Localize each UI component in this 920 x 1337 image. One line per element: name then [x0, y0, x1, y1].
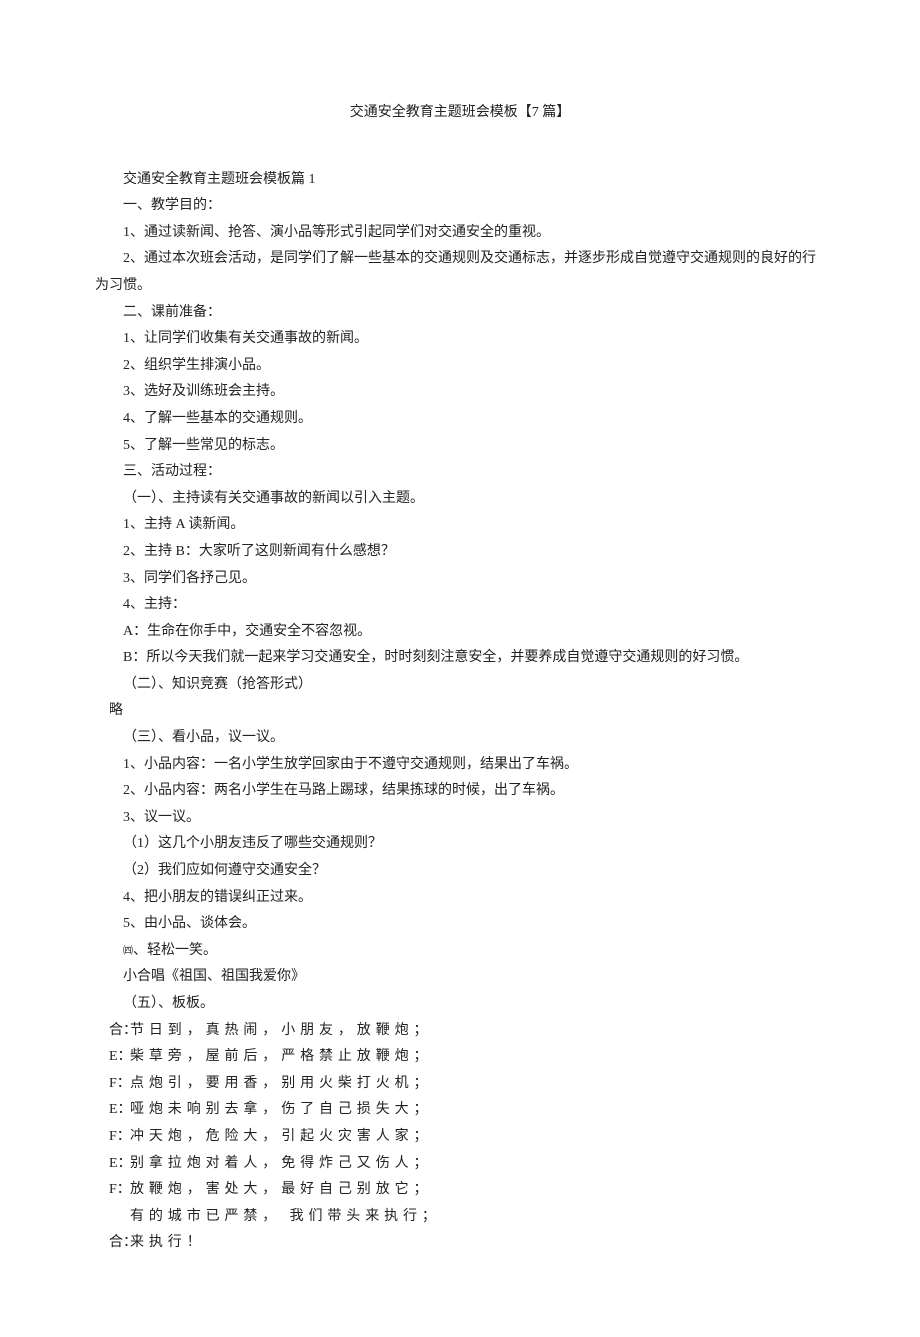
body-line: （一）、主持读有关交通事故的新闻以引入主题。	[95, 486, 825, 513]
document-title: 交通安全教育主题班会模板【7 篇】	[95, 100, 825, 127]
body-line: （三）、看小品，议一议。	[95, 725, 825, 752]
body-line: 3、议一议。	[95, 805, 825, 832]
kuaiban-text: 节日到，真热闹，小朋友，放鞭炮；	[130, 1018, 825, 1045]
body-span: 、轻松一笑。	[133, 943, 217, 958]
body-line: 2、主持 B：大家听了这则新闻有什么感想？	[95, 539, 825, 566]
kuaiban-role: F：	[95, 1071, 130, 1098]
kuaiban-role: 合：	[95, 1018, 130, 1045]
kuaiban-role: F：	[95, 1124, 130, 1151]
kuaiban-row: F： 点炮引，要用香，别用火柴打火机；	[95, 1071, 825, 1098]
body-line: （五）、板板。	[95, 991, 825, 1018]
section-heading: 三、活动过程：	[95, 459, 825, 486]
kuaiban-row: E： 柴草旁，屋前后，严格禁止放鞭炮；	[95, 1044, 825, 1071]
kuaiban-text: 哑炮未响别去拿，伤了自己损失大；	[130, 1097, 825, 1124]
body-line: 1、小品内容：一名小学生放学回家由于不遵守交通规则，结果出了车祸。	[95, 752, 825, 779]
kuaiban-row: 有的城市已严禁， 我们带头来执行；	[95, 1204, 825, 1231]
body-line: 4、了解一些基本的交通规则。	[95, 406, 825, 433]
section-heading: 一、教学目的：	[95, 193, 825, 220]
body-line: 5、由小品、谈体会。	[95, 911, 825, 938]
kuaiban-text: 冲天炮，危险大，引起火灾害人家；	[130, 1124, 825, 1151]
body-line: （2）我们应如何遵守交通安全？	[95, 858, 825, 885]
body-line: （二）、知识竞赛（抢答形式）	[95, 672, 825, 699]
body-span: ㈣	[123, 946, 133, 957]
kuaiban-text: 点炮引，要用香，别用火柴打火机；	[130, 1071, 825, 1098]
kuaiban-row: 合： 来执行！	[95, 1230, 825, 1257]
body-line: 4、主持：	[95, 592, 825, 619]
body-line: 2、组织学生排演小品。	[95, 353, 825, 380]
body-line: 1、通过读新闻、抢答、演小品等形式引起同学们对交通安全的重视。	[95, 220, 825, 247]
kuaiban-role: E：	[95, 1151, 130, 1178]
kuaiban-text: 放鞭炮，害处大，最好自己别放它；	[130, 1177, 825, 1204]
body-line: 3、选好及训练班会主持。	[95, 379, 825, 406]
body-line: ㈣、轻松一笑。	[95, 938, 825, 965]
body-line: 5、了解一些常见的标志。	[95, 433, 825, 460]
body-span: 2、通过本次班会活动，是同学们了解一些基本的交通规则及交通标志，并逐步形成自觉遵…	[95, 246, 825, 299]
subtitle-line: 交通安全教育主题班会模板篇 1	[95, 167, 825, 194]
kuaiban-text: 来执行！	[130, 1230, 825, 1257]
document-page: 交通安全教育主题班会模板【7 篇】 交通安全教育主题班会模板篇 1 一、教学目的…	[0, 0, 920, 1337]
body-line: B：所以今天我们就一起来学习交通安全，时时刻刻注意安全，并要养成自觉遵守交通规则…	[95, 645, 825, 672]
kuaiban-row: F： 放鞭炮，害处大，最好自己别放它；	[95, 1177, 825, 1204]
body-line: （1）这几个小朋友违反了哪些交通规则？	[95, 831, 825, 858]
kuaiban-role	[95, 1204, 130, 1231]
kuaiban-role: F：	[95, 1177, 130, 1204]
kuaiban-row: F： 冲天炮，危险大，引起火灾害人家；	[95, 1124, 825, 1151]
body-line: A：生命在你手中，交通安全不容忽视。	[95, 619, 825, 646]
kuaiban-text: 别拿拉炮对着人，免得炸己又伤人；	[130, 1151, 825, 1178]
body-line: 2、小品内容：两名小学生在马路上踢球，结果拣球的时候，出了车祸。	[95, 778, 825, 805]
body-span: B：所以今天我们就一起来学习交通安全，时时刻刻注意安全，并要养成自觉遵守交通规则…	[95, 645, 748, 672]
body-line: 1、主持 A 读新闻。	[95, 512, 825, 539]
kuaiban-role: E：	[95, 1097, 130, 1124]
kuaiban-row: E： 哑炮未响别去拿，伤了自己损失大；	[95, 1097, 825, 1124]
kuaiban-role: 合：	[95, 1230, 130, 1257]
body-line: 4、把小朋友的错误纠正过来。	[95, 885, 825, 912]
body-line: 1、让同学们收集有关交通事故的新闻。	[95, 326, 825, 353]
body-line: 小合唱《祖国、祖国我爱你》	[95, 964, 825, 991]
kuaiban-text: 柴草旁，屋前后，严格禁止放鞭炮；	[130, 1044, 825, 1071]
body-line: 2、通过本次班会活动，是同学们了解一些基本的交通规则及交通标志，并逐步形成自觉遵…	[95, 246, 825, 299]
kuaiban-role: E：	[95, 1044, 130, 1071]
body-line: 略	[95, 698, 825, 725]
kuaiban-row: 合： 节日到，真热闹，小朋友，放鞭炮；	[95, 1018, 825, 1045]
body-line: 3、同学们各抒己见。	[95, 566, 825, 593]
section-heading: 二、课前准备：	[95, 300, 825, 327]
kuaiban-text: 有的城市已严禁， 我们带头来执行；	[130, 1204, 825, 1231]
kuaiban-row: E： 别拿拉炮对着人，免得炸己又伤人；	[95, 1151, 825, 1178]
